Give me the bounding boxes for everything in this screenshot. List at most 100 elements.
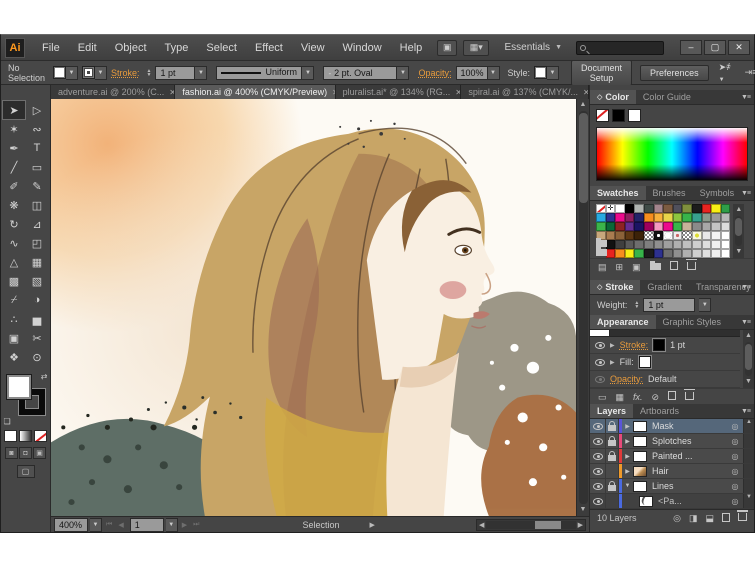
swatch-libraries-menu-icon[interactable]: ▤ xyxy=(598,262,607,272)
swatch[interactable] xyxy=(663,204,673,213)
delete-swatch-icon[interactable] xyxy=(687,262,696,272)
swatch[interactable] xyxy=(721,249,731,258)
rotate-tool[interactable]: ↻ xyxy=(3,215,25,233)
layer-name[interactable]: Splotches xyxy=(652,436,727,446)
swatch[interactable] xyxy=(596,213,606,222)
panel-menu-icon[interactable]: ▼≡ xyxy=(741,284,750,291)
visibility-cell[interactable] xyxy=(590,494,606,508)
appearance-row-label[interactable]: Opacity: xyxy=(610,374,643,384)
target-icon[interactable]: ◎ xyxy=(727,482,743,491)
lock-cell[interactable] xyxy=(606,434,619,448)
hand-tool[interactable]: ❖ xyxy=(3,348,25,366)
width-tool[interactable]: ∿ xyxy=(3,234,25,252)
swatch[interactable] xyxy=(673,204,683,213)
swatch[interactable] xyxy=(692,222,702,231)
appearance-row-label[interactable]: Stroke: xyxy=(620,340,649,350)
swatch[interactable] xyxy=(673,249,683,258)
swatch[interactable] xyxy=(702,249,712,258)
swatch-options-icon[interactable]: ▣ xyxy=(632,262,641,272)
document-tab[interactable]: fashion.ai @ 400% (CMYK/Preview)✕ xyxy=(175,85,335,99)
tab-swatches[interactable]: Swatches xyxy=(590,186,646,200)
width-profile-control[interactable]: -2 pt. Oval▼ xyxy=(323,66,409,80)
swatch[interactable] xyxy=(711,204,721,213)
menu-item-view[interactable]: View xyxy=(292,36,334,60)
vertical-scrollbar[interactable]: ▲ ▼ xyxy=(576,99,589,516)
swatch-registration[interactable]: ✛ xyxy=(606,204,616,213)
swatch[interactable] xyxy=(606,222,616,231)
tab-brushes[interactable]: Brushes xyxy=(646,186,693,200)
pencil-tool[interactable]: ✎ xyxy=(26,177,48,195)
artboard-number-field[interactable]: 1 xyxy=(130,518,164,532)
layers-scroll-gutter[interactable] xyxy=(743,449,754,463)
layer-thumbnail[interactable] xyxy=(633,451,647,462)
menu-item-effect[interactable]: Effect xyxy=(246,36,292,60)
swatch[interactable] xyxy=(625,204,635,213)
color-mode-button[interactable] xyxy=(4,430,17,442)
panel-menu-icon[interactable]: ▼≡ xyxy=(741,319,750,326)
lock-cell[interactable] xyxy=(606,479,619,493)
swatch-pattern[interactable] xyxy=(663,231,673,240)
visibility-cell[interactable] xyxy=(590,479,606,493)
color-trio-swatch[interactable] xyxy=(628,109,641,122)
swatch[interactable] xyxy=(615,249,625,258)
shape-builder-tool[interactable]: △ xyxy=(3,253,25,271)
swatch[interactable] xyxy=(692,204,702,213)
fill-color-control[interactable]: ▼ xyxy=(53,66,78,80)
menu-item-help[interactable]: Help xyxy=(391,36,432,60)
artboard-dropdown-icon[interactable]: ▼ xyxy=(166,518,178,532)
visibility-eye-icon[interactable] xyxy=(595,376,605,383)
swatch[interactable] xyxy=(634,204,644,213)
document-tab[interactable]: spiral.ai @ 137% (CMYK/...✕ xyxy=(461,85,589,99)
rectangle-tool[interactable]: ▭ xyxy=(26,158,48,176)
menu-item-window[interactable]: Window xyxy=(334,36,391,60)
symbol-sprayer-tool[interactable]: ∴ xyxy=(3,310,25,328)
swatch[interactable] xyxy=(606,213,616,222)
expand-icon[interactable]: ▶ xyxy=(622,423,633,430)
new-color-group-icon[interactable] xyxy=(650,262,661,272)
opacity-control[interactable]: 100%▼ xyxy=(456,66,500,80)
scroll-left-icon[interactable]: ◀ xyxy=(477,521,486,529)
default-fill-stroke-icon[interactable]: ❏ xyxy=(4,417,11,426)
swatch-pattern[interactable] xyxy=(654,231,664,240)
swatch[interactable] xyxy=(654,204,664,213)
paintbrush-tool[interactable]: ✐ xyxy=(3,177,25,195)
document-tab[interactable]: adventure.ai @ 200% (C...✕ xyxy=(51,85,175,99)
scroll-right-icon[interactable]: ▶ xyxy=(576,521,585,529)
layers-scroll-gutter[interactable]: ▼ xyxy=(743,494,754,508)
tab-stroke[interactable]: Stroke xyxy=(590,280,640,294)
color-group-folder-icon[interactable] xyxy=(596,249,606,258)
tab-color[interactable]: Color xyxy=(590,90,636,104)
workspace-switcher[interactable]: Essentials ▼ xyxy=(504,42,562,53)
draw-normal-button[interactable]: ◙ xyxy=(5,447,18,459)
tab-color-guide[interactable]: Color Guide xyxy=(636,90,698,104)
target-icon[interactable]: ◎ xyxy=(727,452,743,461)
tab-appearance[interactable]: Appearance xyxy=(590,315,656,329)
layer-name[interactable]: Mask xyxy=(652,421,727,431)
stroke-weight-control[interactable]: 1 pt▼ xyxy=(155,66,207,80)
layer-row[interactable]: ▶Mask◎▲ xyxy=(590,419,754,434)
layers-scroll-gutter[interactable] xyxy=(743,464,754,478)
layers-scroll-gutter[interactable] xyxy=(743,434,754,448)
swatch[interactable] xyxy=(644,222,654,231)
add-new-effect-icon[interactable]: fx. xyxy=(633,392,643,402)
zoom-dropdown-icon[interactable]: ▼ xyxy=(90,518,102,532)
swatch[interactable] xyxy=(663,249,673,258)
swatch-pattern[interactable] xyxy=(682,231,692,240)
swatch[interactable] xyxy=(682,249,692,258)
swatch[interactable] xyxy=(606,231,616,240)
stroke-weight-stepper[interactable]: ▲▼ xyxy=(147,69,152,77)
delete-item-icon[interactable] xyxy=(685,392,694,402)
swatch[interactable] xyxy=(654,240,664,249)
expand-icon[interactable]: ▶ xyxy=(622,468,633,475)
eraser-tool[interactable]: ◫ xyxy=(26,196,48,214)
swatch[interactable] xyxy=(634,222,644,231)
menu-item-select[interactable]: Select xyxy=(197,36,246,60)
swatch[interactable] xyxy=(634,240,644,249)
layer-name[interactable]: Hair xyxy=(652,466,727,476)
swap-fill-stroke-icon[interactable]: ⇄ xyxy=(41,372,48,381)
layer-row[interactable]: ▶Painted ...◎ xyxy=(590,449,754,464)
horizontal-scroll-track[interactable] xyxy=(486,521,575,529)
visibility-cell[interactable] xyxy=(590,449,606,463)
layer-name[interactable]: Lines xyxy=(652,481,727,491)
status-menu-icon[interactable]: ▶ xyxy=(370,521,375,529)
